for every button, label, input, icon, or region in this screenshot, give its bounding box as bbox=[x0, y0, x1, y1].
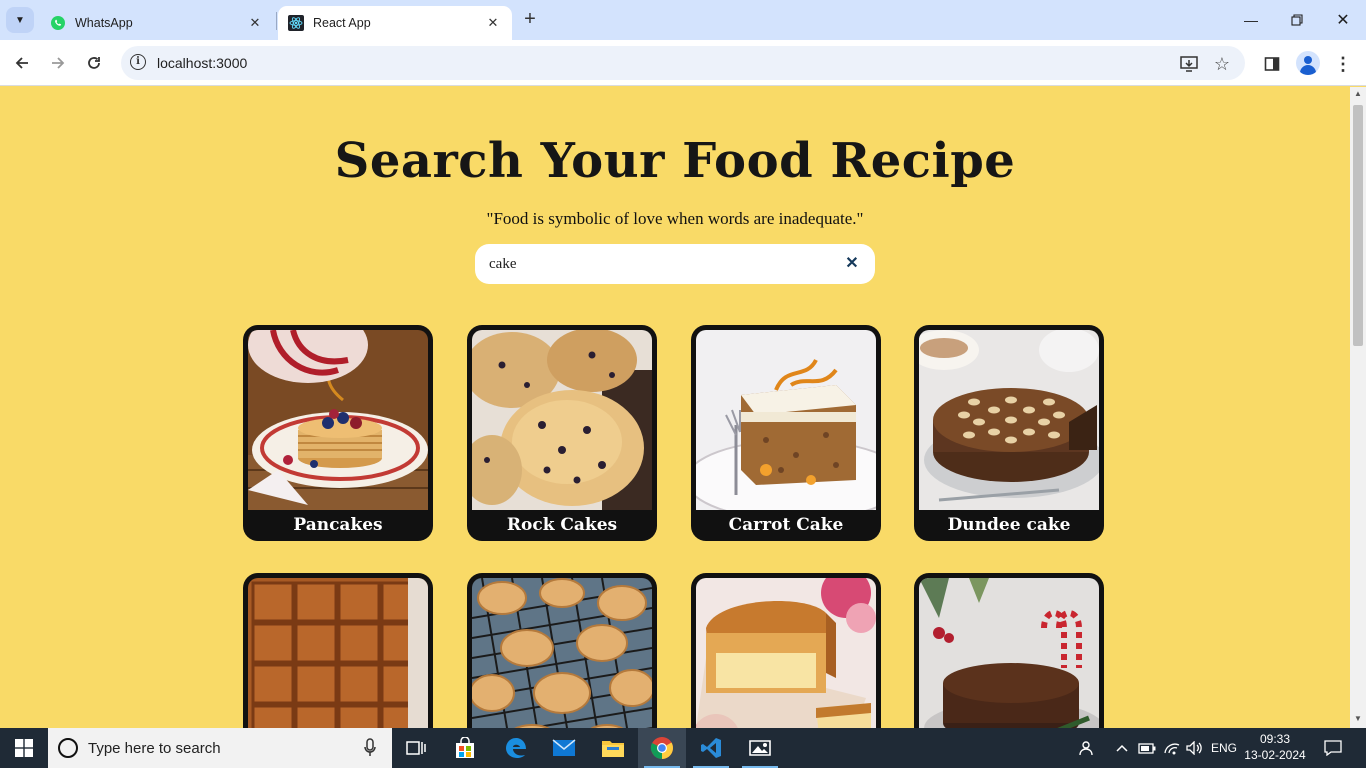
mail-app[interactable] bbox=[540, 728, 588, 768]
whatsapp-icon bbox=[50, 15, 66, 31]
forward-button[interactable] bbox=[44, 49, 72, 77]
profile-avatar[interactable] bbox=[1296, 51, 1320, 75]
task-view-icon bbox=[406, 741, 426, 755]
windows-icon bbox=[15, 739, 33, 757]
recipe-card[interactable]: Pancakes bbox=[243, 325, 433, 541]
recipe-image-carrot-cake bbox=[696, 330, 876, 510]
clock-time: 09:33 bbox=[1259, 732, 1291, 746]
battery-icon[interactable] bbox=[1136, 728, 1158, 768]
mail-icon bbox=[552, 739, 576, 756]
close-window-button[interactable]: ✕ bbox=[1320, 0, 1366, 40]
scroll-up-icon[interactable]: ▲ bbox=[1353, 89, 1363, 98]
recipe-name: Rock Cakes bbox=[506, 515, 618, 535]
scroll-down-icon[interactable]: ▼ bbox=[1353, 714, 1363, 723]
recipe-name: Pancakes bbox=[293, 515, 383, 535]
recipe-image bbox=[248, 578, 428, 728]
start-button[interactable] bbox=[0, 728, 48, 768]
recipe-image-rock-cakes bbox=[472, 330, 652, 510]
recipe-card[interactable] bbox=[691, 573, 881, 728]
restore-button[interactable] bbox=[1274, 0, 1320, 40]
recipe-image-dundee-cake bbox=[919, 330, 1099, 510]
recipe-image-pancakes bbox=[248, 330, 428, 510]
recipe-card[interactable] bbox=[467, 573, 657, 728]
chrome-icon bbox=[650, 737, 673, 759]
photos-app[interactable] bbox=[736, 728, 784, 768]
chevron-up-icon[interactable] bbox=[1112, 728, 1132, 768]
menu-kebab-icon[interactable]: ⋮ bbox=[1332, 53, 1354, 75]
side-panel-icon bbox=[1264, 57, 1280, 71]
recipe-search-box: ✕ bbox=[475, 244, 875, 284]
recipe-card[interactable]: Rock Cakes bbox=[467, 325, 657, 541]
close-icon[interactable]: ✕ bbox=[246, 15, 264, 31]
address-bar[interactable]: i localhost:3000 ☆ bbox=[121, 46, 1245, 80]
task-view-button[interactable] bbox=[392, 728, 440, 768]
close-icon[interactable]: ✕ bbox=[484, 15, 502, 31]
page-quote: "Food is symbolic of love when words are… bbox=[486, 209, 864, 228]
volume-icon[interactable] bbox=[1184, 728, 1206, 768]
tab-title: WhatsApp bbox=[75, 16, 133, 30]
search-input[interactable] bbox=[489, 253, 829, 275]
windows-taskbar: Type here to search ENG 09:33 13-02-2024 bbox=[0, 728, 1366, 768]
tab-strip: ▼ WhatsApp ✕ React App ✕ + — ✕ bbox=[0, 0, 1366, 40]
people-icon[interactable] bbox=[1076, 728, 1098, 768]
tab-whatsapp[interactable]: WhatsApp ✕ bbox=[40, 6, 274, 40]
clock-date: 13-02-2024 bbox=[1244, 748, 1306, 762]
vscode-app[interactable] bbox=[687, 728, 735, 768]
search-placeholder: Type here to search bbox=[88, 740, 221, 757]
store-icon bbox=[456, 737, 474, 758]
cortana-icon bbox=[58, 738, 78, 758]
edge-icon bbox=[506, 738, 526, 758]
tab-divider bbox=[276, 12, 277, 30]
chevron-down-icon: ▼ bbox=[15, 14, 25, 26]
page-scrollbar[interactable]: ▲ ▼ bbox=[1350, 87, 1366, 728]
chrome-app[interactable] bbox=[638, 728, 686, 768]
recipe-card[interactable]: Carrot Cake bbox=[691, 325, 881, 541]
file-explorer-app[interactable] bbox=[589, 728, 637, 768]
recipe-name: Dundee cake bbox=[947, 515, 1071, 535]
scrollbar-thumb[interactable] bbox=[1353, 105, 1363, 346]
edge-app[interactable] bbox=[492, 728, 540, 768]
microsoft-store-app[interactable] bbox=[441, 728, 489, 768]
new-tab-button[interactable]: + bbox=[518, 8, 542, 32]
close-icon[interactable]: ✕ bbox=[843, 255, 861, 273]
tab-react-app[interactable]: React App ✕ bbox=[278, 6, 512, 40]
recipe-image bbox=[472, 578, 652, 728]
wifi-icon[interactable] bbox=[1161, 728, 1183, 768]
recipe-image bbox=[919, 578, 1099, 728]
language-indicator[interactable]: ENG bbox=[1208, 728, 1240, 768]
tab-search-button[interactable]: ▼ bbox=[6, 7, 34, 33]
side-panel-button[interactable] bbox=[1261, 53, 1283, 75]
microphone-icon[interactable] bbox=[364, 738, 376, 758]
photos-icon bbox=[749, 740, 771, 756]
recipe-card[interactable] bbox=[914, 573, 1104, 728]
back-button[interactable] bbox=[8, 49, 36, 77]
react-icon bbox=[288, 15, 304, 31]
info-icon[interactable]: i bbox=[130, 54, 146, 70]
recipe-name: Carrot Cake bbox=[728, 515, 844, 535]
recipe-card[interactable]: Dundee cake bbox=[914, 325, 1104, 541]
page-title: Search Your Food Recipe bbox=[334, 133, 1016, 189]
taskbar-clock[interactable]: 09:33 13-02-2024 bbox=[1244, 731, 1306, 763]
vscode-icon bbox=[701, 738, 721, 758]
tab-title: React App bbox=[313, 16, 371, 30]
star-icon[interactable]: ☆ bbox=[1212, 54, 1232, 74]
reload-icon bbox=[88, 57, 100, 69]
recipe-card[interactable] bbox=[243, 573, 433, 728]
arrow-left-icon bbox=[15, 57, 28, 69]
url-text[interactable]: localhost:3000 bbox=[157, 55, 247, 71]
notification-icon[interactable] bbox=[1318, 728, 1348, 768]
recipe-image bbox=[696, 578, 876, 728]
browser-toolbar: i localhost:3000 ☆ ⋮ bbox=[0, 40, 1366, 86]
arrow-right-icon bbox=[52, 57, 65, 69]
minimize-button[interactable]: — bbox=[1228, 0, 1274, 40]
folder-icon bbox=[602, 741, 624, 757]
restore-icon bbox=[1291, 14, 1303, 26]
page-viewport: Search Your Food Recipe "Food is symboli… bbox=[0, 87, 1350, 728]
reload-button[interactable] bbox=[80, 49, 108, 77]
install-app-icon[interactable] bbox=[1179, 54, 1199, 74]
taskbar-search[interactable]: Type here to search bbox=[48, 728, 392, 768]
